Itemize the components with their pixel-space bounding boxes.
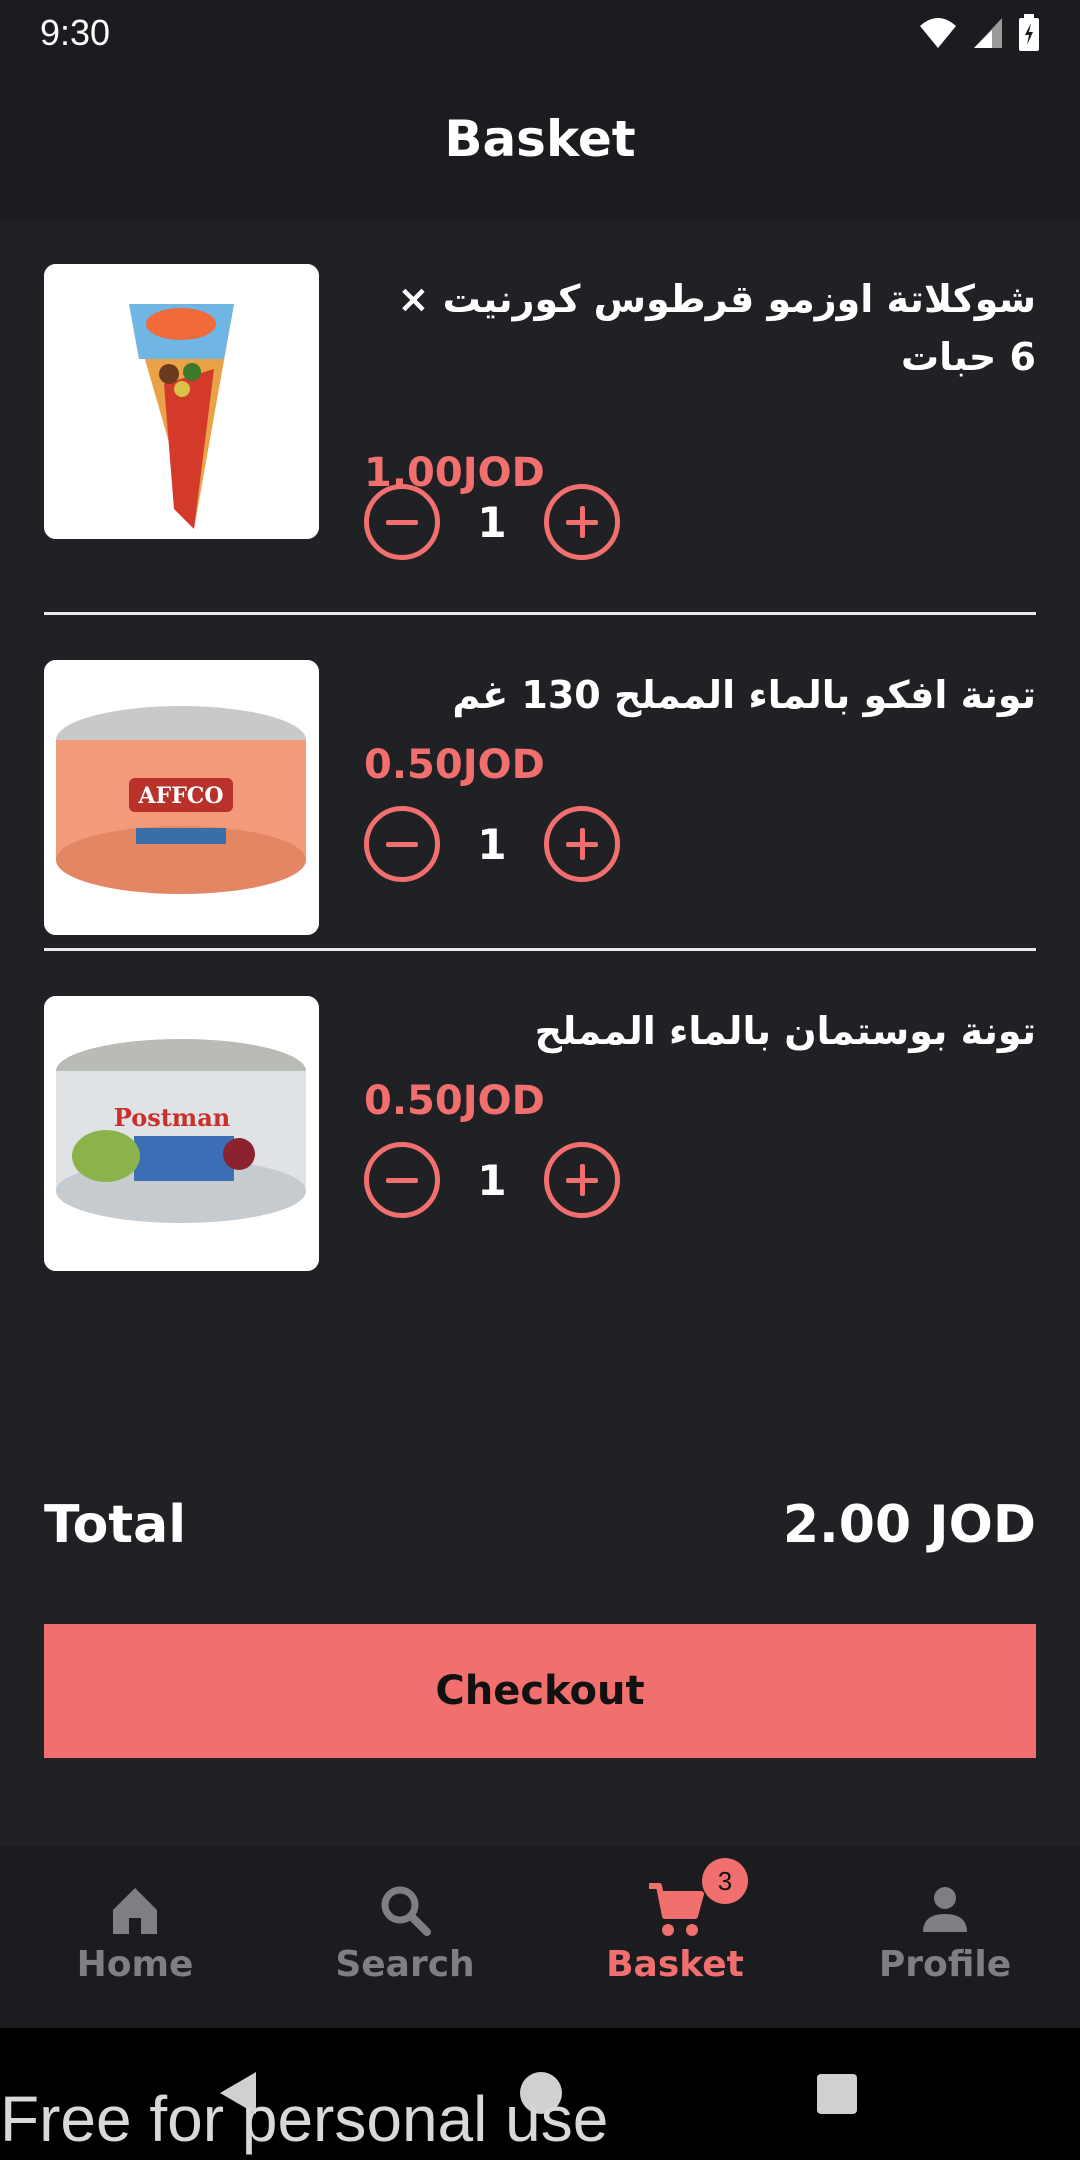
- product-name: تونة افكو بالماء المملح 130 غم: [452, 673, 1036, 717]
- product-image[interactable]: [44, 264, 319, 539]
- recents-icon[interactable]: [815, 2072, 859, 2116]
- status-bar: 9:30: [0, 0, 1080, 66]
- nav-item-search[interactable]: Search: [270, 1846, 540, 2028]
- quantity-stepper: 1: [364, 806, 620, 882]
- checkout-button[interactable]: Checkout: [44, 1624, 1036, 1758]
- person-icon: [923, 1887, 967, 1932]
- nav-label-search: Search: [335, 1944, 475, 1985]
- search-icon: [381, 1886, 431, 1936]
- decrease-button[interactable]: [364, 1142, 440, 1218]
- product-name: شوكلاتة اوزمو قرطوس كورنيت × 6 حبات: [397, 277, 1036, 379]
- app-bar: Basket: [0, 66, 1080, 220]
- minus-icon: [386, 520, 418, 525]
- svg-text:Postman: Postman: [114, 1103, 230, 1132]
- signal-icon: [974, 18, 1002, 48]
- product-price: 0.50JOD: [364, 1078, 545, 1124]
- minus-icon: [386, 842, 418, 847]
- nav-label-home: Home: [76, 1944, 194, 1985]
- basket-list: شوكلاتة اوزمو قرطوس كورنيت × 6 حبات 1.00…: [0, 220, 1080, 1846]
- quantity-value: 1: [477, 1155, 507, 1205]
- total-label: Total: [44, 1495, 187, 1555]
- increase-button[interactable]: [544, 1142, 620, 1218]
- quantity-value: 1: [477, 497, 507, 547]
- svg-text:AFFCO: AFFCO: [138, 783, 224, 809]
- product-name: تونة بوستمان بالماء المملح: [534, 1009, 1036, 1053]
- quantity-stepper: 1: [364, 484, 620, 560]
- basket-item: Postman تونة بوستمان بالماء المملح 0.50J…: [44, 996, 1036, 1286]
- nav-label-basket: Basket: [606, 1944, 744, 1985]
- quantity-value: 1: [477, 819, 507, 869]
- status-time: 9:30: [40, 12, 111, 53]
- wifi-icon: [920, 18, 956, 48]
- decrease-button[interactable]: [364, 806, 440, 882]
- watermark-text: Free for personal use: [0, 2083, 609, 2155]
- nav-item-profile[interactable]: Profile: [810, 1846, 1080, 2028]
- increase-button[interactable]: [544, 806, 620, 882]
- home-icon: [113, 1888, 157, 1934]
- cart-badge: 3: [702, 1858, 748, 1904]
- bottom-navigation: Home Search 3 Basket Profile: [0, 1846, 1080, 2028]
- page-title: Basket: [444, 110, 636, 168]
- item-divider: [44, 948, 1036, 951]
- product-price: 0.50JOD: [364, 742, 545, 788]
- basket-item: شوكلاتة اوزمو قرطوس كورنيت × 6 حبات 1.00…: [44, 264, 1036, 564]
- decrease-button[interactable]: [364, 484, 440, 560]
- item-divider: [44, 612, 1036, 615]
- cart-icon: [649, 1883, 704, 1936]
- total-value: 2.00 JOD: [782, 1495, 1036, 1555]
- increase-button[interactable]: [544, 484, 620, 560]
- battery-icon: [1019, 14, 1039, 51]
- product-image[interactable]: AFFCO: [44, 660, 319, 935]
- basket-item: AFFCO تونة افكو بالماء المملح 130 غم 0.5…: [44, 660, 1036, 950]
- minus-icon: [386, 1178, 418, 1183]
- product-image[interactable]: Postman: [44, 996, 319, 1271]
- quantity-stepper: 1: [364, 1142, 620, 1218]
- nav-item-basket[interactable]: 3 Basket: [540, 1846, 810, 2028]
- nav-item-home[interactable]: Home: [0, 1846, 270, 2028]
- nav-label-profile: Profile: [878, 1944, 1012, 1985]
- status-icons: [918, 14, 1040, 52]
